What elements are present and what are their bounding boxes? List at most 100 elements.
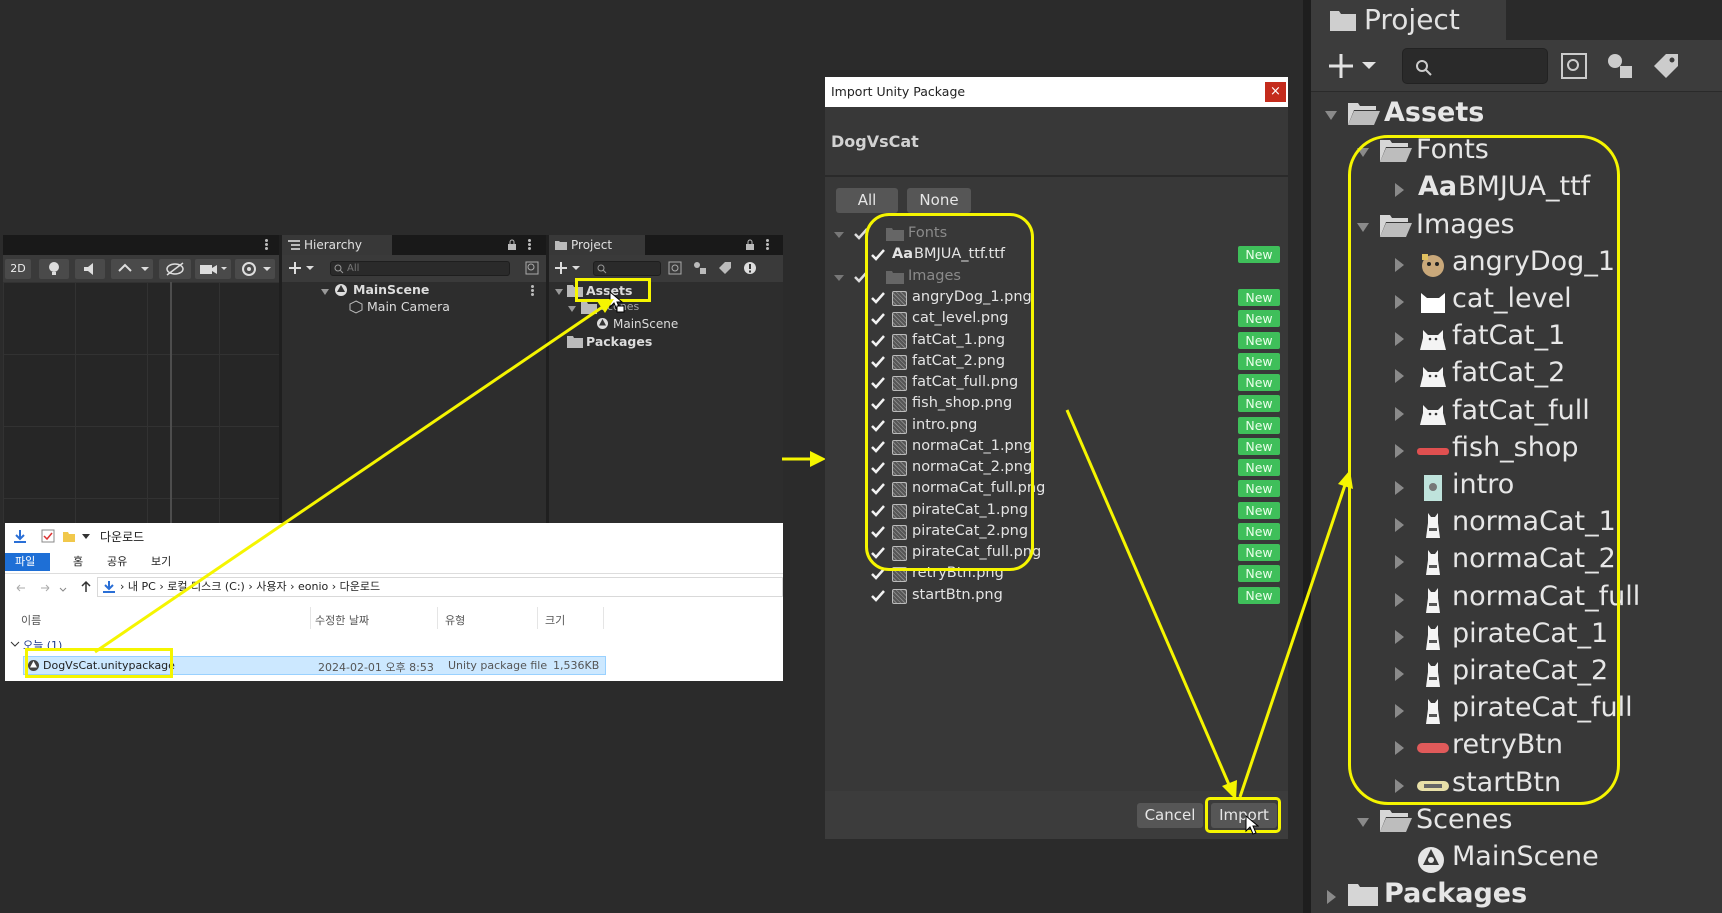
column-modified[interactable]: 수정한 날짜 [315, 612, 369, 628]
mouse-drag-cursor-icon [609, 291, 625, 313]
scene-search-icon[interactable] [525, 261, 539, 275]
hierarchy-search-input[interactable]: All [330, 261, 510, 276]
filter-type-icon[interactable] [1606, 52, 1634, 80]
scene-options-icon[interactable] [531, 285, 535, 297]
hidden-objects-toggle[interactable] [159, 259, 191, 279]
new-badge: New [1238, 310, 1280, 328]
label-tag-icon[interactable] [718, 261, 732, 275]
file-type: Unity package file [448, 659, 548, 672]
filter-type-icon[interactable] [693, 261, 707, 275]
scene-menu-icon[interactable] [265, 239, 269, 251]
new-folder-icon[interactable] [62, 529, 76, 543]
expand-arrow-icon[interactable] [320, 287, 330, 297]
scenes-expand-arrow-icon[interactable] [567, 304, 577, 314]
new-badge: New [1238, 544, 1280, 561]
breadcrumb-users[interactable]: 사용자 [256, 580, 286, 593]
tree-item-assets-label: Assets [1384, 97, 1485, 128]
ribbon-tab-view[interactable]: 보기 [141, 553, 181, 571]
new-badge: New [1238, 289, 1280, 306]
new-badge: New [1238, 480, 1280, 498]
scene-view-grid[interactable] [3, 282, 279, 523]
texture-file-icon [892, 588, 907, 604]
hierarchy-item-main-camera[interactable]: Main Camera [367, 299, 450, 314]
search-by-type-icon[interactable] [1560, 52, 1588, 80]
hierarchy-menu-icon[interactable] [528, 239, 532, 251]
hierarchy-search-placeholder: All [347, 263, 360, 274]
camera-dropdown[interactable] [195, 259, 231, 279]
project-menu-icon[interactable] [766, 239, 770, 251]
address-bar[interactable]: › 내 PC › 로컬 디스크 (C:) › 사용자 › eonio › 다운로… [97, 577, 783, 597]
tree-arrow-icon[interactable] [1324, 108, 1338, 124]
select-all-button[interactable]: All [836, 188, 898, 213]
column-size[interactable]: 크기 [545, 612, 565, 628]
2d-toggle-button[interactable]: 2D [5, 259, 31, 279]
audio-toggle-button[interactable] [75, 259, 105, 279]
project-lock-icon[interactable] [744, 239, 756, 251]
breadcrumb-drive[interactable]: 로컬 디스크 (C:) [167, 580, 245, 593]
import-highlight-box [1205, 797, 1281, 833]
tree-item-scenes-label: Scenes [1416, 803, 1513, 835]
images-group-arrow-icon[interactable] [833, 272, 845, 284]
assets-folder-icon [1348, 101, 1380, 125]
hierarchy-tree [282, 282, 546, 523]
nav-up-icon[interactable] [79, 580, 93, 594]
tab-project-large[interactable]: Project [1310, 0, 1506, 40]
column-divider [603, 607, 604, 629]
panel-splitter[interactable] [1303, 0, 1311, 913]
column-name[interactable]: 이름 [21, 612, 41, 628]
project-item-mainscene[interactable]: MainScene [613, 317, 678, 331]
assets-expand-arrow-icon[interactable] [554, 287, 564, 297]
plus-dropdown-icon[interactable] [289, 260, 315, 276]
create-plus-dropdown-icon[interactable] [1328, 52, 1382, 80]
download-arrow-icon [14, 530, 26, 543]
new-badge: New [1238, 565, 1280, 583]
tree-arrow-icon[interactable] [1324, 889, 1338, 905]
new-badge: New [1238, 501, 1280, 519]
breadcrumb-user[interactable]: eonio [298, 580, 328, 593]
new-badge: New [1238, 416, 1280, 434]
ribbon-tab-home[interactable]: 홈 [63, 553, 93, 571]
tab-project[interactable]: Project [549, 235, 645, 255]
column-type[interactable]: 유형 [445, 612, 465, 628]
properties-check-icon[interactable] [41, 529, 55, 543]
folder-icon [555, 241, 567, 250]
close-button[interactable]: × [1265, 82, 1286, 102]
effects-icon [118, 263, 149, 272]
import-list-highlight-box [865, 213, 1034, 571]
project-search-input[interactable] [593, 261, 661, 276]
ribbon-tab-file[interactable]: 파일 [5, 553, 50, 571]
column-divider [437, 607, 438, 629]
project-plus-dropdown-icon[interactable] [555, 260, 581, 276]
lighting-toggle-button[interactable] [39, 259, 69, 279]
effects-dropdown[interactable] [111, 259, 153, 279]
lock-icon[interactable] [506, 239, 518, 251]
search-icon [1416, 60, 1432, 76]
group-collapse-icon[interactable] [10, 639, 20, 649]
image-checkbox[interactable] [870, 588, 886, 604]
list-icon [288, 240, 300, 250]
gizmos-dropdown[interactable] [235, 259, 275, 279]
tab-hierarchy[interactable]: Hierarchy [282, 235, 392, 255]
tree-item-mainscene-label: MainScene [1452, 841, 1599, 872]
new-badge: New [1238, 437, 1280, 455]
select-none-button[interactable]: None [907, 188, 971, 213]
eye-slash-icon [166, 262, 184, 276]
quick-access-dropdown-icon[interactable] [81, 531, 91, 541]
project-panel-search-input[interactable] [1402, 48, 1548, 84]
project-item-packages[interactable]: Packages [586, 334, 652, 349]
label-tag-icon[interactable] [1652, 52, 1680, 80]
ribbon-tab-share[interactable]: 공유 [97, 553, 137, 571]
project-panel-large: Project Assets Fonts Aa BMJUA_ttf Images angr… [1310, 0, 1722, 913]
new-badge: New [1238, 331, 1280, 349]
tab-project-large-label: Project [1364, 3, 1460, 36]
project-search-icon [597, 264, 607, 274]
tree-arrow-icon[interactable] [1356, 815, 1370, 831]
hierarchy-scene-label[interactable]: MainScene [353, 282, 429, 297]
fonts-group-arrow-icon[interactable] [833, 229, 845, 241]
cancel-button[interactable]: Cancel [1137, 803, 1203, 828]
breadcrumb-downloads[interactable]: 다운로드 [340, 580, 380, 593]
breadcrumb-pc[interactable]: 내 PC [128, 580, 156, 593]
search-by-type-icon[interactable] [668, 261, 682, 275]
nav-back-forward-icons[interactable] [15, 581, 75, 595]
warning-count-icon[interactable] [743, 261, 757, 275]
